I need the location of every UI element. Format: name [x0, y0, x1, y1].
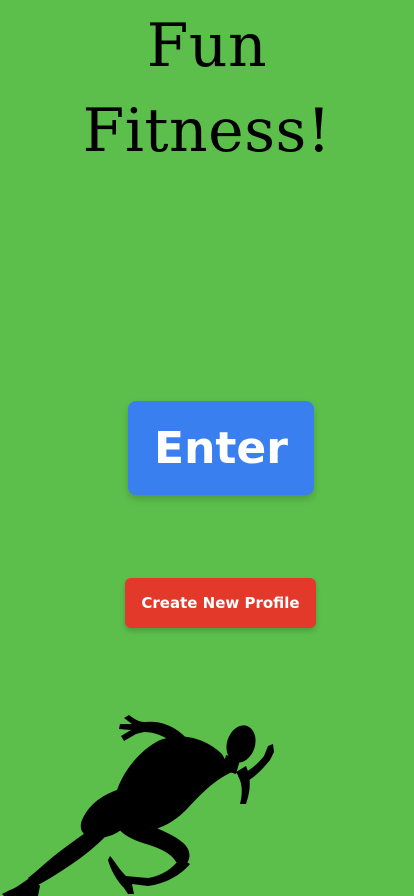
app-title-line-2: Fitness!	[82, 96, 332, 166]
runner-silhouette-icon	[2, 715, 274, 896]
create-new-profile-button[interactable]: Create New Profile	[125, 578, 316, 628]
enter-button[interactable]: Enter	[128, 401, 314, 495]
welcome-screen: Fun Fitness! Enter Create New Profile	[0, 0, 414, 896]
app-title-line-1: Fun	[146, 11, 268, 81]
